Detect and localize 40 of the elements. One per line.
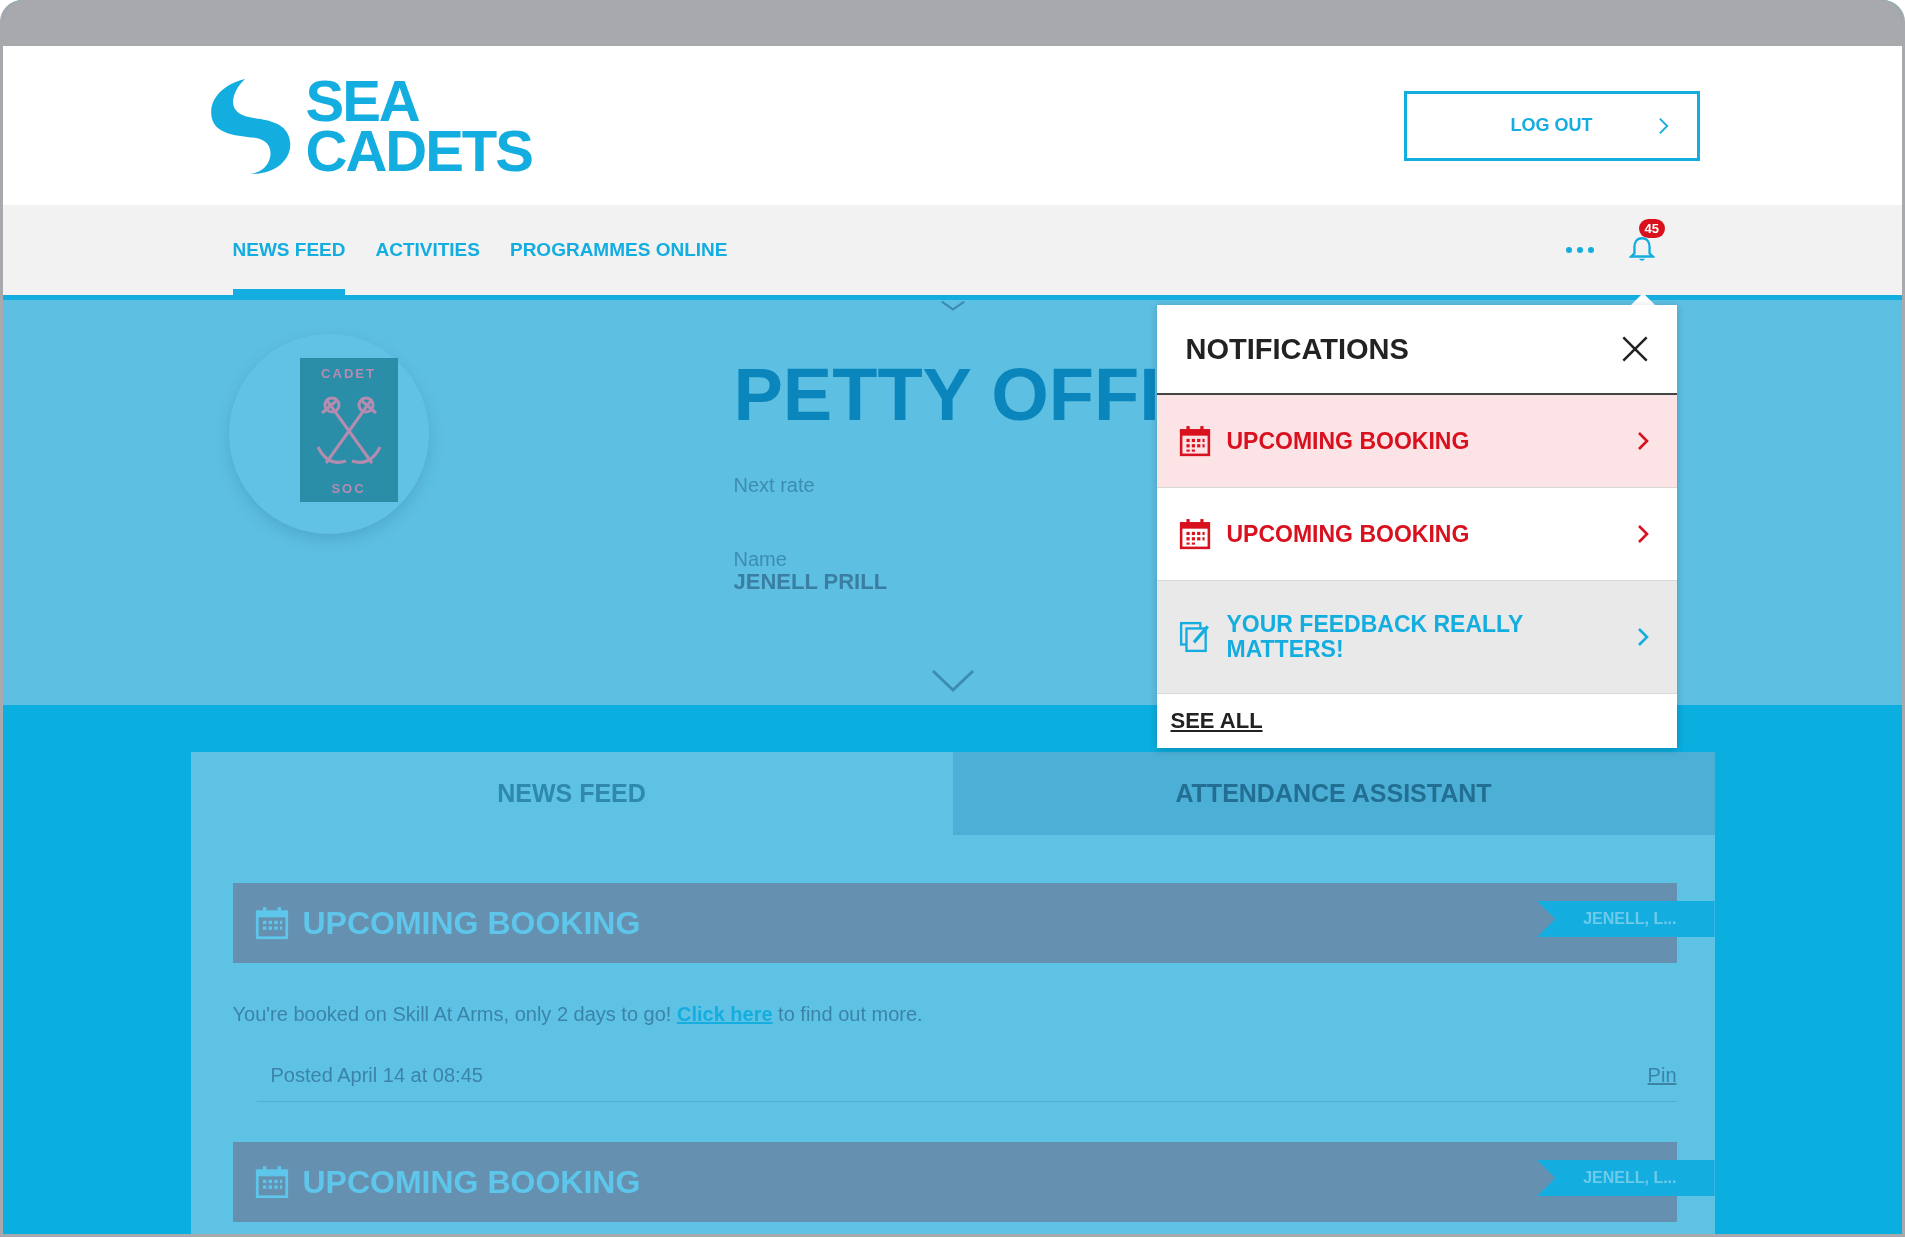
post-title: UPCOMING BOOKING <box>302 904 641 942</box>
pin-link[interactable]: Pin <box>1647 1064 1677 1087</box>
badge-text: CADET <box>321 366 376 381</box>
notification-count-badge: 45 <box>1638 219 1665 238</box>
nav-tab[interactable]: PROGRAMMES ONLINE <box>509 205 728 295</box>
click-here-link[interactable]: Click here <box>676 1003 773 1025</box>
notification-item[interactable]: UPCOMING BOOKING <box>1156 395 1677 488</box>
calendar-icon <box>254 906 289 940</box>
post-title: UPCOMING BOOKING <box>302 1163 641 1201</box>
author-ribbon: JENELL, L... <box>1537 1160 1715 1196</box>
notification-item[interactable]: UPCOMING BOOKING <box>1156 488 1677 581</box>
close-icon[interactable] <box>1620 335 1649 363</box>
panel-title: NOTIFICATIONS <box>1185 332 1409 366</box>
notification-title: UPCOMING BOOKING <box>1226 521 1470 547</box>
calendar-icon <box>254 1165 289 1199</box>
chevron-right-icon <box>1636 626 1649 648</box>
more-icon[interactable] <box>1564 246 1595 254</box>
log-out-button[interactable]: LOG OUT <box>1403 90 1700 161</box>
bell-icon[interactable] <box>1628 235 1655 263</box>
chevron-down-icon[interactable] <box>930 669 975 693</box>
badge-text: SOC <box>331 481 366 496</box>
see-all-link[interactable]: SEE ALL <box>1170 708 1263 734</box>
note-edit-icon <box>1178 621 1211 653</box>
chevron-down-icon[interactable] <box>939 300 966 312</box>
logo-text: SEA <box>305 75 419 126</box>
calendar-icon <box>1178 425 1211 457</box>
name-value: JENELL PRILL <box>733 569 889 595</box>
notification-item[interactable]: YOUR FEEDBACK REALLY MATTERS! <box>1156 581 1677 694</box>
chevron-right-icon <box>1657 115 1669 136</box>
nav-tab[interactable]: ACTIVITIES <box>375 205 480 295</box>
notification-title: YOUR FEEDBACK REALLY MATTERS! <box>1226 612 1524 662</box>
chevron-right-icon <box>1636 430 1649 452</box>
posted-date: Posted April 14 at 08:45 <box>270 1064 483 1087</box>
feed-tab[interactable]: ATTENDANCE ASSISTANT <box>952 752 1715 835</box>
notification-title: UPCOMING BOOKING <box>1226 428 1470 454</box>
author-ribbon: JENELL, L... <box>1537 901 1715 937</box>
logo-text: CADETS <box>305 125 532 176</box>
chevron-right-icon <box>1636 523 1649 545</box>
post-text: You're booked on Skill At Arms, only 2 days to go! Click here to find out more. <box>232 1003 924 1026</box>
calendar-icon <box>1178 518 1211 550</box>
